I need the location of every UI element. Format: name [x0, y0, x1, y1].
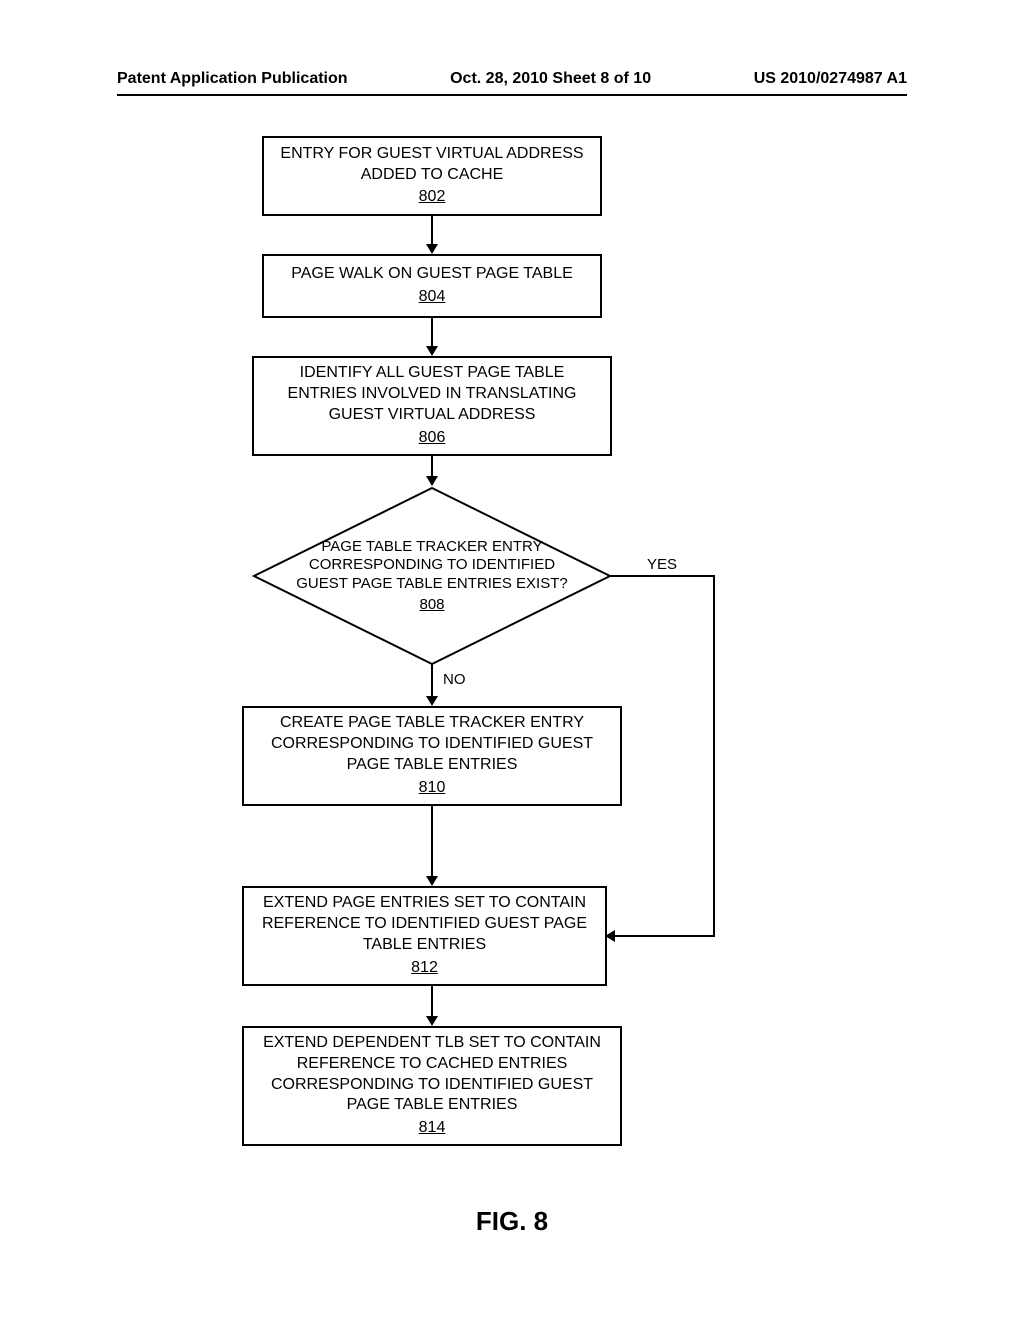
- figure-caption: FIG. 8: [117, 1206, 907, 1237]
- decision-808-text: PAGE TABLE TRACKER ENTRY CORRESPONDING T…: [292, 538, 572, 594]
- step-814-text: EXTEND DEPENDENT TLB SET TO CONTAIN REFE…: [254, 1033, 610, 1116]
- step-810: CREATE PAGE TABLE TRACKER ENTRY CORRESPO…: [242, 706, 622, 806]
- label-yes: YES: [647, 556, 677, 573]
- step-802-ref: 802: [274, 187, 590, 208]
- arrow: [615, 935, 715, 937]
- step-804-ref: 804: [274, 287, 590, 308]
- flowchart: ENTRY FOR GUEST VIRTUAL ADDRESS ADDED TO…: [117, 136, 907, 1196]
- arrow-head-icon: [426, 1016, 438, 1026]
- arrow: [610, 575, 715, 577]
- step-812-text: EXTEND PAGE ENTRIES SET TO CONTAIN REFER…: [254, 893, 595, 955]
- arrow-head-icon: [426, 476, 438, 486]
- arrow-head-icon: [426, 696, 438, 706]
- decision-808-ref: 808: [419, 596, 444, 615]
- arrow: [431, 318, 433, 348]
- step-814-ref: 814: [254, 1118, 610, 1139]
- page-header: Patent Application Publication Oct. 28, …: [117, 70, 907, 96]
- step-814: EXTEND DEPENDENT TLB SET TO CONTAIN REFE…: [242, 1026, 622, 1146]
- arrow: [431, 664, 433, 698]
- step-806-ref: 806: [264, 428, 600, 449]
- step-802-text: ENTRY FOR GUEST VIRTUAL ADDRESS ADDED TO…: [274, 144, 590, 186]
- arrow-head-icon: [426, 346, 438, 356]
- arrow: [431, 456, 433, 478]
- arrow: [431, 806, 433, 878]
- arrow-head-icon: [426, 244, 438, 254]
- step-812: EXTEND PAGE ENTRIES SET TO CONTAIN REFER…: [242, 886, 607, 986]
- step-810-text: CREATE PAGE TABLE TRACKER ENTRY CORRESPO…: [254, 713, 610, 775]
- header-right: US 2010/0274987 A1: [754, 70, 907, 88]
- arrow: [431, 986, 433, 1018]
- step-802: ENTRY FOR GUEST VIRTUAL ADDRESS ADDED TO…: [262, 136, 602, 216]
- arrow-head-icon: [426, 876, 438, 886]
- step-806-text: IDENTIFY ALL GUEST PAGE TABLE ENTRIES IN…: [264, 363, 600, 425]
- decision-808: PAGE TABLE TRACKER ENTRY CORRESPONDING T…: [252, 486, 612, 666]
- step-810-ref: 810: [254, 778, 610, 799]
- header-center: Oct. 28, 2010 Sheet 8 of 10: [450, 70, 651, 88]
- arrow: [431, 216, 433, 246]
- label-no: NO: [443, 671, 466, 688]
- step-804: PAGE WALK ON GUEST PAGE TABLE 804: [262, 254, 602, 318]
- step-812-ref: 812: [254, 958, 595, 979]
- header-left: Patent Application Publication: [117, 70, 348, 88]
- step-804-text: PAGE WALK ON GUEST PAGE TABLE: [274, 264, 590, 285]
- step-806: IDENTIFY ALL GUEST PAGE TABLE ENTRIES IN…: [252, 356, 612, 456]
- arrow: [713, 575, 715, 937]
